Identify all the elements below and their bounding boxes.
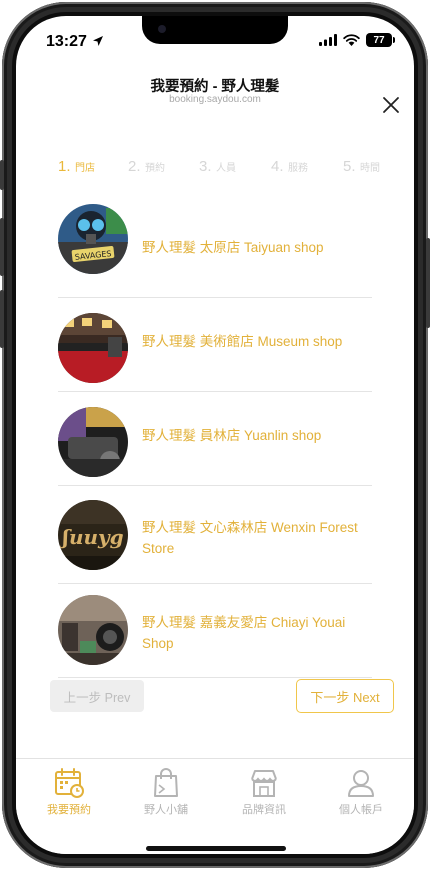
notch [142, 16, 288, 44]
tab-booking[interactable]: 我要預約 [24, 767, 114, 817]
step-number: 4. [271, 158, 284, 175]
camera-dot [158, 25, 166, 33]
tab-label: 品牌資訊 [242, 804, 286, 816]
volume-down-button [0, 290, 4, 348]
shopping-bag-icon [154, 768, 178, 797]
step-number: 2. [128, 158, 141, 175]
close-icon[interactable] [382, 96, 400, 114]
store-name: 野人理髮 嘉義友愛店 Chiayi Youai Shop [142, 615, 346, 651]
tab-brand[interactable]: 品牌資訊 [219, 767, 309, 817]
svg-text:ʃuuyg: ʃuuyg [58, 525, 123, 549]
step-4: 4. 服務 [271, 158, 308, 176]
step-label: 時間 [359, 163, 380, 174]
store-name: 野人理髮 美術館店 Museum shop [142, 334, 343, 349]
step-label: 人員 [215, 163, 236, 174]
step-5: 5. 時間 [343, 158, 380, 176]
cellular-signal-icon [319, 34, 337, 46]
next-button[interactable]: 下一步 Next [296, 679, 394, 713]
step-3: 3. 人員 [199, 158, 236, 176]
calendar-icon [55, 768, 84, 798]
prev-button[interactable]: 上一步 Prev [50, 680, 144, 712]
tab-account[interactable]: 個人帳戶 [316, 767, 406, 817]
page-title: 我要預約 - 野人理髮 [150, 79, 280, 95]
tab-label: 野人小舖 [144, 804, 188, 816]
store-list: SAVAGES 野人理髮 太原店 Taiyuan shop 野人理髮 美術館店 … [58, 204, 372, 690]
store-item-chiayi[interactable]: 野人理髮 嘉義友愛店 Chiayi Youai Shop [58, 584, 372, 678]
bottom-tab-bar: 我要預約 野人小舖 品牌資訊 個人帳戶 [16, 758, 414, 854]
status-time: 13:27 [46, 33, 87, 50]
store-item-museum[interactable]: 野人理髮 美術館店 Museum shop [58, 298, 372, 392]
store-avatar [58, 407, 128, 477]
screen: 13:27 77 我要預約 - 野人理髮 booking.saydou.com … [16, 16, 414, 854]
location-arrow-icon [93, 36, 103, 46]
battery-icon: 77 [366, 33, 395, 47]
battery-level: 77 [373, 34, 385, 46]
tab-shop[interactable]: 野人小舖 [121, 767, 211, 817]
user-icon [348, 770, 374, 797]
store-name: 野人理髮 太原店 Taiyuan shop [142, 240, 324, 255]
store-name: 野人理髮 員林店 Yuanlin shop [142, 428, 322, 443]
volume-up-button [0, 218, 4, 276]
status-indicators: 77 [319, 33, 395, 47]
step-number: 1. [58, 158, 71, 175]
step-2: 2. 預約 [128, 158, 165, 176]
store-item-taiyuan[interactable]: SAVAGES 野人理髮 太原店 Taiyuan shop [58, 204, 372, 298]
store-avatar [58, 595, 128, 665]
store-name: 野人理髮 文心森林店 Wenxin Forest Store [142, 520, 358, 556]
action-button [0, 160, 4, 190]
page-subtitle: booking.saydou.com [169, 94, 261, 105]
step-label: 服務 [287, 163, 308, 174]
step-number: 5. [343, 158, 356, 175]
store-avatar: ʃuuyg [58, 500, 128, 570]
home-indicator [146, 846, 286, 851]
store-avatar [58, 313, 128, 383]
store-avatar: SAVAGES [58, 204, 128, 274]
storefront-icon [251, 770, 277, 797]
step-label: 預約 [144, 163, 165, 174]
tab-label: 個人帳戶 [339, 804, 383, 816]
step-indicator: 1. 門店 2. 預約 3. 人員 4. 服務 5. 時間 [58, 158, 388, 180]
power-button [426, 238, 430, 328]
tab-label: 我要預約 [47, 804, 91, 816]
wifi-icon [343, 34, 360, 46]
step-label: 門店 [74, 163, 95, 174]
step-number: 3. [199, 158, 212, 175]
store-item-wenxin[interactable]: ʃuuyg 野人理髮 文心森林店 Wenxin Forest Store [58, 486, 372, 584]
step-1: 1. 門店 [58, 158, 95, 176]
store-item-yuanlin[interactable]: 野人理髮 員林店 Yuanlin shop [58, 392, 372, 486]
